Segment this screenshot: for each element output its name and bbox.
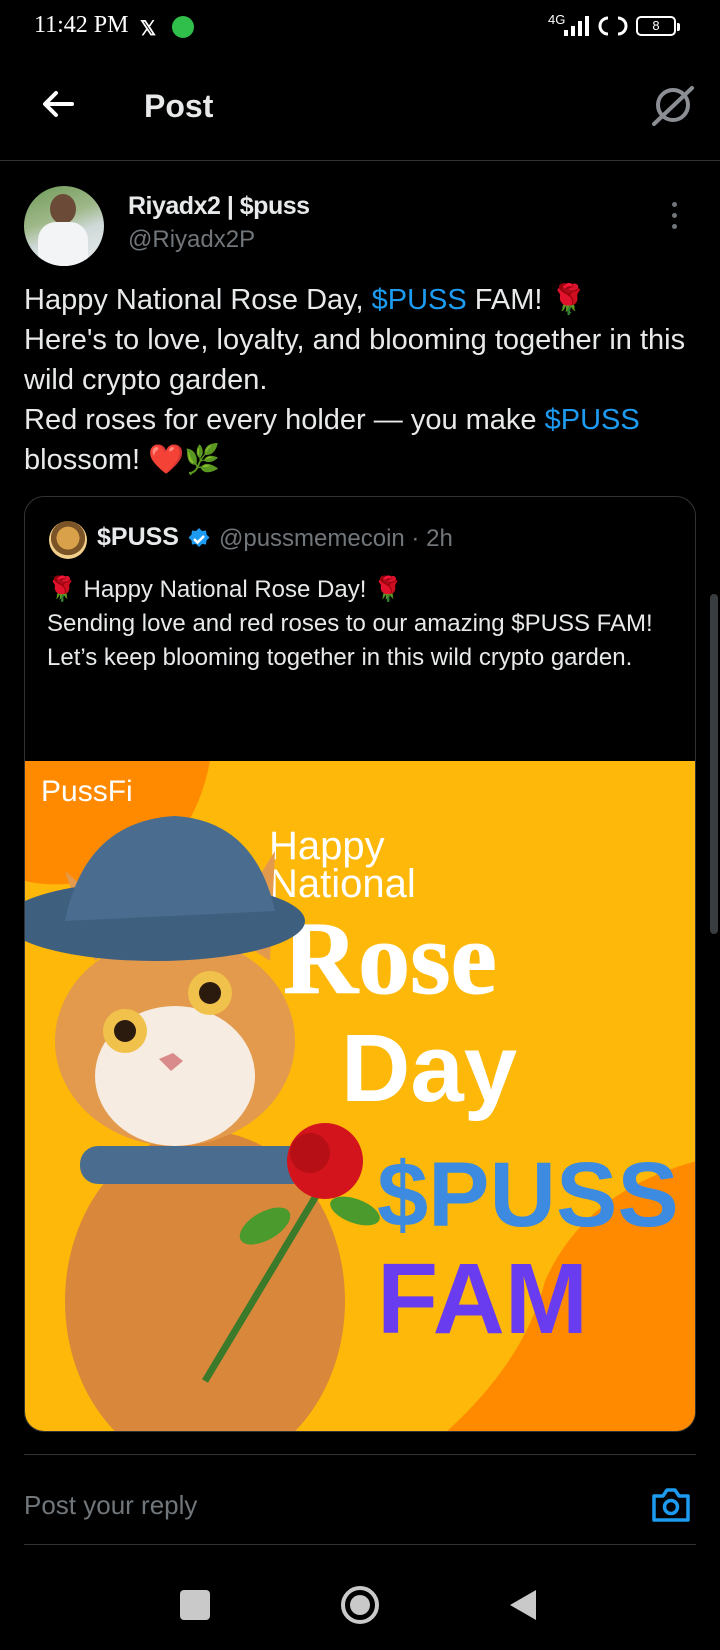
quoted-text: 🌹 Happy National Rose Day! 🌹 Sending lov… xyxy=(47,573,667,675)
rose-text: Rose xyxy=(283,901,497,1016)
cat-illustration xyxy=(25,816,345,1431)
quoted-line: Let’s keep blooming together in this wil… xyxy=(47,644,633,671)
quoted-media-image[interactable]: PussFi Happy National Rose Day $PUSS FAM xyxy=(25,761,695,1431)
rose-day-graphic: PussFi Happy National Rose Day $PUSS FAM xyxy=(25,761,695,1431)
cashtag-link[interactable]: $PUSS xyxy=(372,284,467,316)
quoted-display-name[interactable]: $PUSS xyxy=(97,523,179,552)
brand-label: PussFi xyxy=(41,775,133,808)
post-line-3: Red roses for every holder — you make $P… xyxy=(24,404,640,476)
national-text: National xyxy=(269,862,416,906)
signal-icon xyxy=(564,16,589,36)
reply-input[interactable]: Post your reply xyxy=(24,1490,197,1521)
author-avatar[interactable] xyxy=(24,186,104,266)
more-vertical-icon[interactable] xyxy=(672,202,678,232)
x-notification-icon: 𝕏 xyxy=(140,18,157,40)
camera-icon[interactable] xyxy=(650,1486,692,1524)
quoted-handle-time: @pussmemecoin · 2h xyxy=(219,525,453,552)
home-button[interactable] xyxy=(340,1585,380,1625)
recent-apps-button[interactable] xyxy=(180,1590,210,1620)
top-app-bar xyxy=(0,60,720,161)
page-title: Post xyxy=(144,88,214,124)
post-line-1: Happy National Rose Day, $PUSS FAM! 🌹 xyxy=(24,284,587,316)
post-text: Happy National Rose Day, $PUSS FAM! 🌹 He… xyxy=(24,280,704,480)
app-notification-icon xyxy=(172,16,194,38)
cashtag-link[interactable]: $PUSS xyxy=(545,404,640,436)
battery-indicator: 8 xyxy=(636,16,680,36)
post-line-2: Here's to love, loyalty, and blooming to… xyxy=(24,324,686,396)
day-text: Day xyxy=(341,1015,517,1122)
fam-text: FAM xyxy=(377,1243,588,1355)
quoted-post[interactable]: $PUSS @pussmemecoin · 2h 🌹 Happy Nationa… xyxy=(24,496,696,1432)
quoted-line: 🌹 Happy National Rose Day! 🌹 xyxy=(47,576,403,603)
reply-divider xyxy=(24,1544,696,1545)
quoted-line: Sending love and red roses to our amazin… xyxy=(47,610,653,637)
arrow-left-icon[interactable] xyxy=(38,84,78,124)
puss-text: $PUSS xyxy=(377,1144,679,1246)
quoted-avatar[interactable] xyxy=(49,521,87,559)
scrollbar-thumb[interactable] xyxy=(710,594,718,934)
author-display-name[interactable]: Riyadx2 | $puss xyxy=(128,192,310,221)
author-handle[interactable]: @Riyadx2P xyxy=(128,226,255,254)
hotspot-icon xyxy=(598,16,628,36)
status-time: 11:42 PM xyxy=(34,12,129,38)
verified-badge-icon xyxy=(188,528,210,547)
system-back-button[interactable] xyxy=(508,1588,538,1622)
post-metadata-peek xyxy=(24,1440,696,1455)
grok-icon[interactable] xyxy=(650,82,696,128)
